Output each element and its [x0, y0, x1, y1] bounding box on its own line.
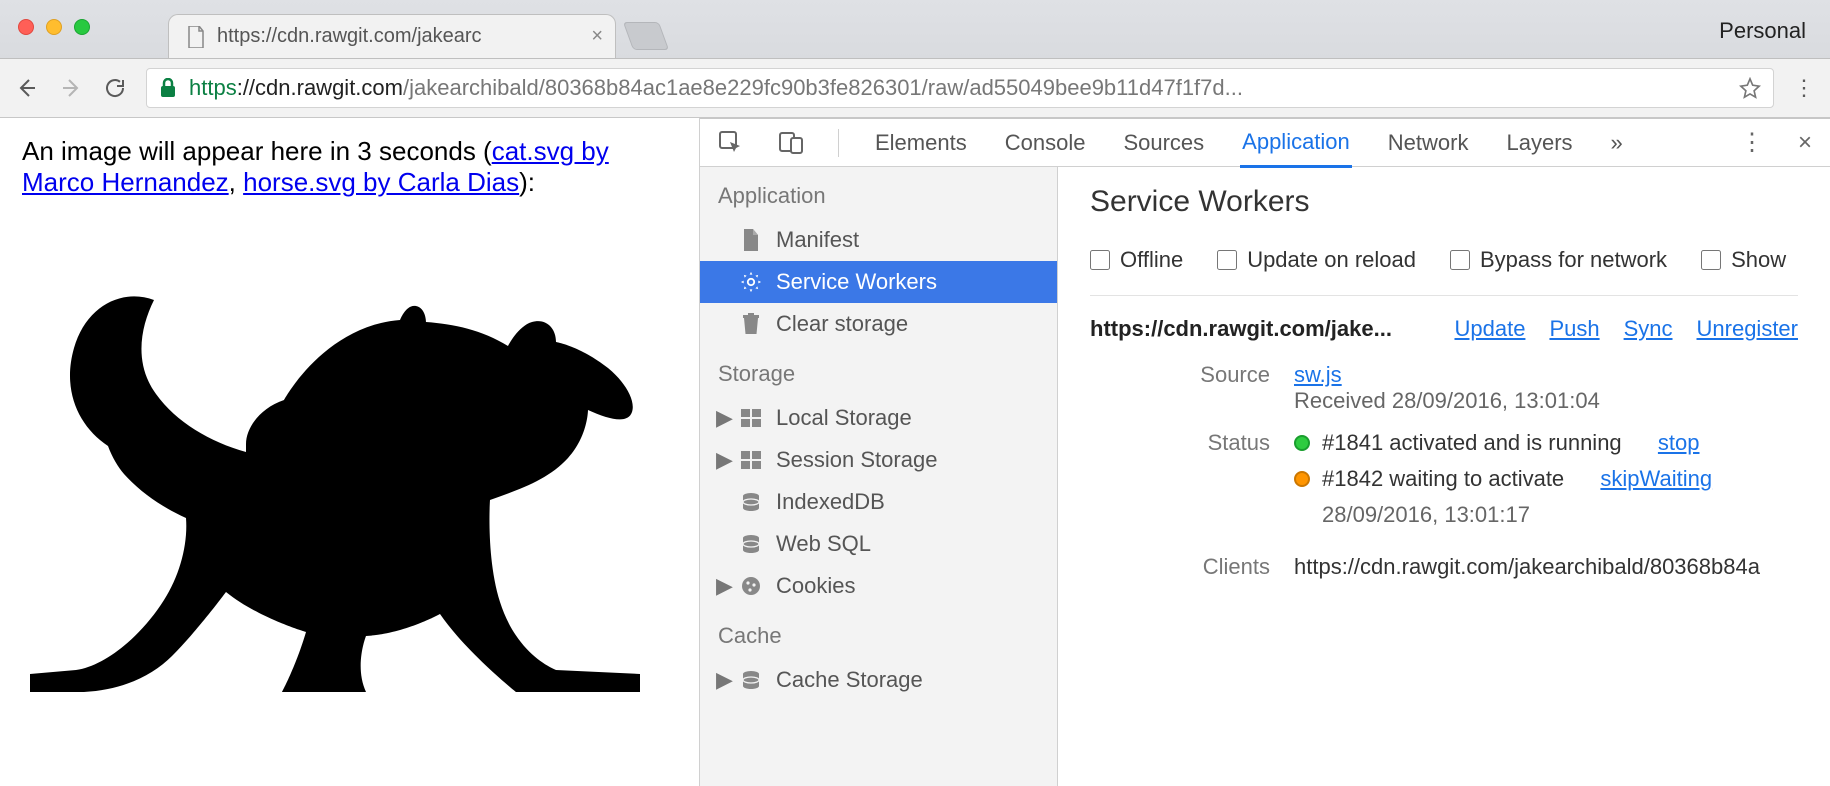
devtools-tabstrip: Elements Console Sources Application Net…: [700, 119, 1830, 167]
sidebar-item-label: IndexedDB: [776, 489, 885, 515]
chevron-right-icon: ▶: [716, 405, 730, 431]
gear-icon: [740, 271, 762, 293]
tabs-overflow-icon[interactable]: »: [1609, 120, 1625, 166]
label-source: Source: [1090, 362, 1270, 414]
check-update-on-reload[interactable]: Update on reload: [1217, 247, 1416, 273]
minimize-window-icon[interactable]: [46, 19, 62, 35]
label-clients: Clients: [1090, 554, 1270, 580]
fullscreen-window-icon[interactable]: [74, 19, 90, 35]
db-icon: [740, 669, 762, 691]
page-intro: An image will appear here in 3 seconds (…: [22, 136, 677, 198]
close-window-icon[interactable]: [18, 19, 34, 35]
db-icon: [740, 491, 762, 513]
chevron-right-icon: ▶: [716, 667, 730, 693]
trash-icon: [740, 313, 762, 335]
sidebar-item-local-storage[interactable]: ▶ Local Storage: [700, 397, 1057, 439]
close-tab-icon[interactable]: ×: [591, 25, 603, 48]
sidebar-item-clear-storage[interactable]: Clear storage: [700, 303, 1057, 345]
sidebar-item-websql[interactable]: Web SQL: [700, 523, 1057, 565]
tab-sources[interactable]: Sources: [1121, 120, 1206, 166]
sidebar-section-storage: Storage: [700, 345, 1057, 397]
sidebar-item-label: Service Workers: [776, 269, 937, 295]
service-workers-panel: Service Workers Offline Update on reload…: [1058, 167, 1830, 786]
tab-network[interactable]: Network: [1386, 120, 1471, 166]
sidebar-item-label: Clear storage: [776, 311, 908, 337]
action-unregister[interactable]: Unregister: [1697, 316, 1798, 342]
action-update[interactable]: Update: [1454, 316, 1525, 342]
lock-icon: [159, 78, 177, 98]
url-text: https://cdn.rawgit.com/jakearchibald/803…: [189, 75, 1727, 101]
tab-console[interactable]: Console: [1003, 120, 1088, 166]
file-icon: [740, 229, 762, 251]
browser-menu-icon[interactable]: ⋮: [1792, 75, 1816, 101]
link-horse-svg[interactable]: horse.svg by Carla Dias: [243, 167, 519, 197]
tab-application[interactable]: Application: [1240, 119, 1352, 168]
sidebar-item-label: Session Storage: [776, 447, 937, 473]
sw-options-row: Offline Update on reload Bypass for netw…: [1090, 237, 1798, 296]
sw-actions: Update Push Sync Unregister: [1454, 316, 1798, 342]
sidebar-item-label: Cache Storage: [776, 667, 923, 693]
status-waiting: #1842 waiting to activate: [1322, 466, 1564, 492]
devtools-panel: Elements Console Sources Application Net…: [700, 118, 1830, 786]
profile-label[interactable]: Personal: [1719, 18, 1806, 44]
chevron-right-icon: ▶: [716, 447, 730, 473]
devtools-menu-icon[interactable]: ⋮: [1740, 128, 1764, 157]
address-bar[interactable]: https://cdn.rawgit.com/jakearchibald/803…: [146, 68, 1774, 108]
browser-tab[interactable]: https://cdn.rawgit.com/jakearc ×: [168, 14, 616, 58]
application-sidebar: Application Manifest Service Workers Cle…: [700, 167, 1058, 786]
received-time: Received 28/09/2016, 13:01:04: [1294, 388, 1600, 413]
back-button[interactable]: [14, 75, 40, 101]
browser-titlebar: https://cdn.rawgit.com/jakearc × Persona…: [0, 0, 1830, 58]
status-bullet-waiting-icon: [1294, 471, 1310, 487]
cat-image: [22, 198, 677, 698]
sidebar-section-cache: Cache: [700, 607, 1057, 659]
sidebar-item-session-storage[interactable]: ▶ Session Storage: [700, 439, 1057, 481]
browser-toolbar: https://cdn.rawgit.com/jakearchibald/803…: [0, 58, 1830, 118]
devtools-close-icon[interactable]: ×: [1798, 129, 1812, 157]
page-content: An image will appear here in 3 seconds (…: [0, 118, 700, 786]
status-bullet-active-icon: [1294, 435, 1310, 451]
check-bypass-network[interactable]: Bypass for network: [1450, 247, 1667, 273]
new-tab-button[interactable]: [623, 22, 669, 50]
sidebar-item-manifest[interactable]: Manifest: [700, 219, 1057, 261]
sidebar-item-label: Local Storage: [776, 405, 912, 431]
inspect-icon[interactable]: [718, 130, 744, 156]
sidebar-item-label: Cookies: [776, 573, 855, 599]
sidebar-section-application: Application: [700, 167, 1057, 219]
sidebar-item-label: Web SQL: [776, 531, 871, 557]
window-controls: [18, 19, 90, 35]
link-source-file[interactable]: sw.js: [1294, 362, 1342, 387]
tab-elements[interactable]: Elements: [873, 120, 969, 166]
status-waiting-time: 28/09/2016, 13:01:17: [1322, 502, 1530, 528]
forward-button[interactable]: [58, 75, 84, 101]
clients-value: https://cdn.rawgit.com/jakearchibald/803…: [1294, 554, 1798, 580]
sidebar-item-service-workers[interactable]: Service Workers: [700, 261, 1057, 303]
label-status: Status: [1090, 430, 1270, 538]
action-stop[interactable]: stop: [1658, 430, 1700, 456]
device-icon[interactable]: [778, 130, 804, 156]
action-push[interactable]: Push: [1549, 316, 1599, 342]
bookmark-star-icon[interactable]: [1739, 77, 1761, 99]
sidebar-item-indexeddb[interactable]: IndexedDB: [700, 481, 1057, 523]
storage-icon: [740, 407, 762, 429]
sw-scope: https://cdn.rawgit.com/jake...: [1090, 316, 1392, 342]
reload-button[interactable]: [102, 75, 128, 101]
action-sync[interactable]: Sync: [1624, 316, 1673, 342]
cookie-icon: [740, 575, 762, 597]
panel-title: Service Workers: [1090, 185, 1798, 219]
sidebar-item-cookies[interactable]: ▶ Cookies: [700, 565, 1057, 607]
check-offline[interactable]: Offline: [1090, 247, 1183, 273]
sidebar-item-label: Manifest: [776, 227, 859, 253]
status-activated: #1841 activated and is running: [1322, 430, 1622, 456]
chevron-right-icon: ▶: [716, 573, 730, 599]
file-icon: [187, 26, 205, 48]
db-icon: [740, 533, 762, 555]
action-skip-waiting[interactable]: skipWaiting: [1600, 466, 1712, 492]
check-show-all[interactable]: Show: [1701, 247, 1786, 273]
tab-layers[interactable]: Layers: [1504, 120, 1574, 166]
tab-title: https://cdn.rawgit.com/jakearc: [217, 25, 579, 48]
storage-icon: [740, 449, 762, 471]
sidebar-item-cache-storage[interactable]: ▶ Cache Storage: [700, 659, 1057, 701]
